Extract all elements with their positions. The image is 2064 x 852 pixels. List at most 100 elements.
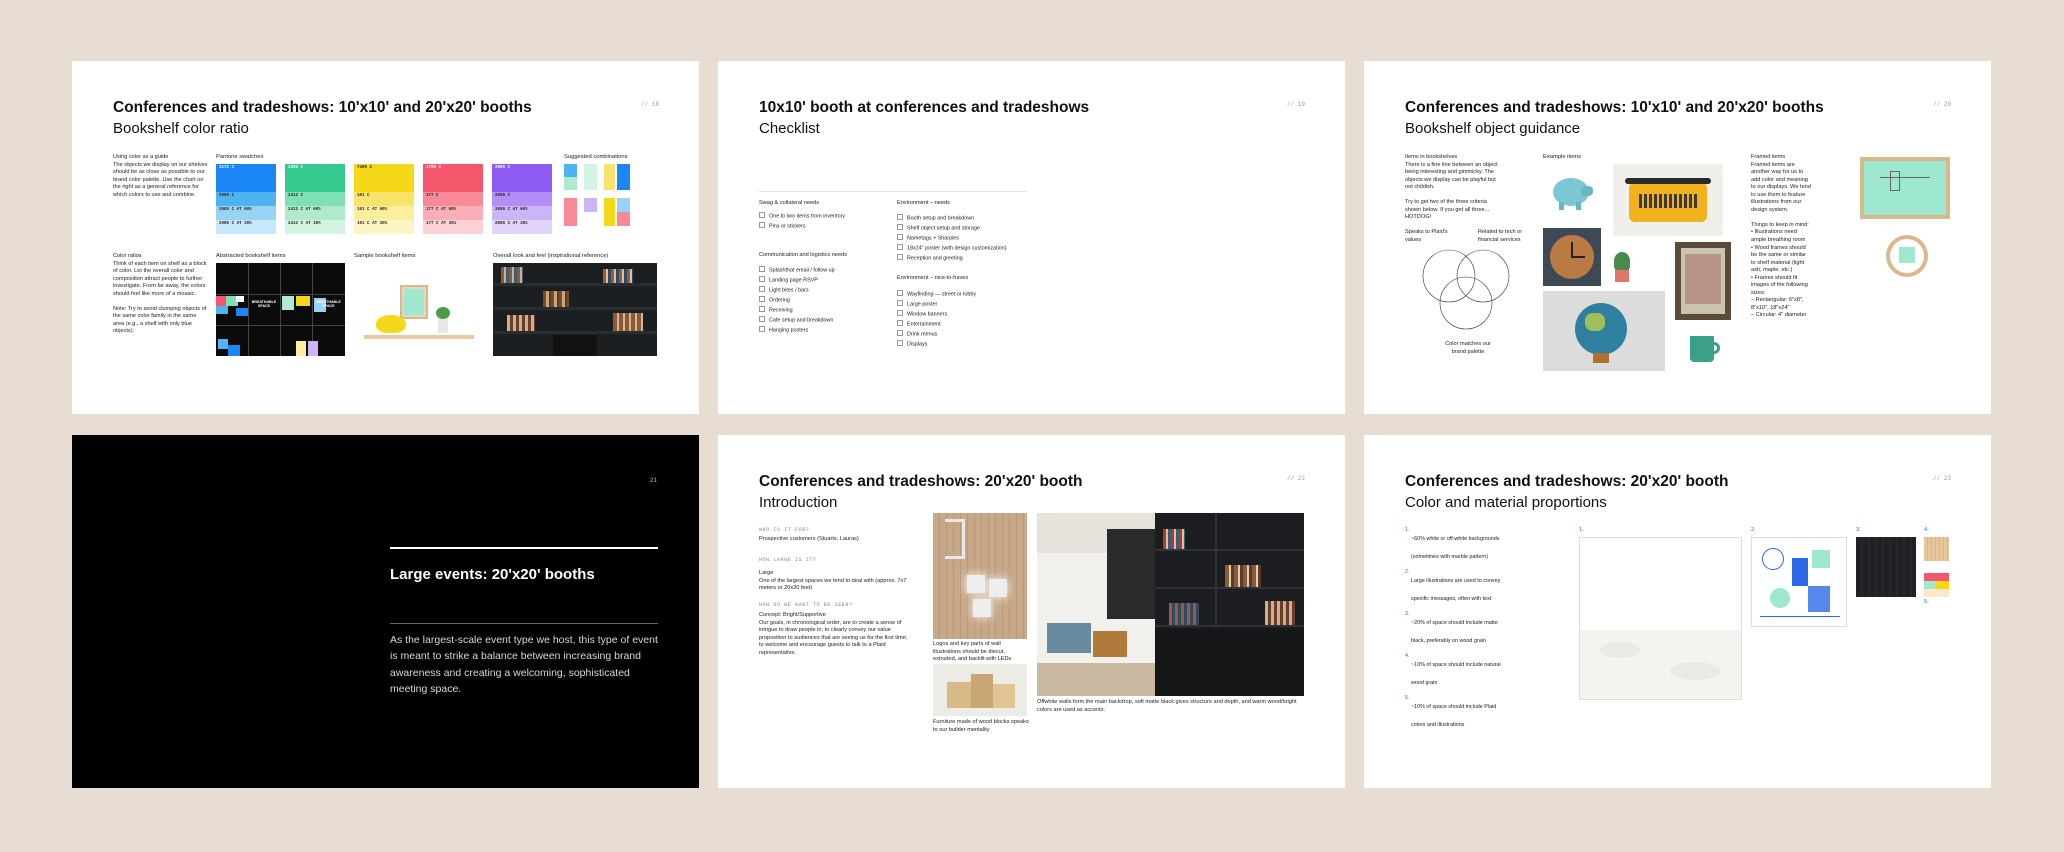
swatch-row: 3395 C <box>285 164 345 192</box>
swatch-row: 101 C AT 60% <box>354 206 414 220</box>
swatch-row: 177 C AT 35% <box>423 220 483 234</box>
lounge-photo <box>1037 513 1155 696</box>
checklist-item[interactable]: Entertainment <box>897 320 941 328</box>
plaid-colors-swatch <box>1924 573 1949 597</box>
page-number: // 20 <box>1932 101 1951 108</box>
checklist-item[interactable]: Shelf object setup and storage <box>897 224 980 232</box>
breathable-space-label: BREATHABLE SPACE <box>316 300 341 308</box>
swag-heading: Swag & collateral needs <box>759 200 820 206</box>
divider <box>759 191 1027 192</box>
swatch-red: 1785 C 177 C 177 C AT 60% 177 C AT 35% <box>423 164 483 234</box>
swatch-row: 2985 C <box>216 192 276 206</box>
suggested-combinations-grid <box>564 164 630 228</box>
slide-checklist[interactable]: // 19 10x10' booth at conferences and tr… <box>718 61 1345 414</box>
swatch-row: 2412 C <box>285 192 345 206</box>
framed-illustration-circle <box>1886 235 1928 277</box>
proportions-list: 1. ~60% white or off-white backgrounds (… <box>1405 527 1505 737</box>
list-number: 1. <box>1405 527 1410 533</box>
checklist-item[interactable]: Nametags + Sharpies <box>897 234 959 242</box>
mug-image <box>1684 332 1728 364</box>
piggy-bank-image <box>1543 164 1599 224</box>
answer-text: Prospective customers (Stuarts, Lauras) <box>759 536 859 542</box>
list-text: Large illustrations are used to convey s… <box>1411 578 1501 602</box>
divider <box>390 623 658 624</box>
slide-subtitle: Bookshelf object guidance <box>1405 120 1581 137</box>
item-label: 2. <box>1751 527 1756 533</box>
page-number: // 18 <box>640 101 659 108</box>
list-text: ~10% of space should include natural woo… <box>1411 662 1501 686</box>
list-number: 4. <box>1405 653 1410 659</box>
list-number: 5. <box>1405 695 1410 701</box>
clock-image <box>1543 228 1601 286</box>
slide-object-guidance[interactable]: // 20 Conferences and tradeshows: 10'x10… <box>1364 61 1991 414</box>
communication-heading: Communication and logistics needs <box>759 252 847 258</box>
list-item: 2. Large illustrations are used to conve… <box>1405 569 1505 605</box>
divider <box>390 547 658 549</box>
slide-color-material[interactable]: // 23 Conferences and tradeshows: 20'x20… <box>1364 435 1991 788</box>
checklist-item[interactable]: Ordering <box>759 296 790 304</box>
list-item: 5. ~10% of space should include Plaid co… <box>1405 695 1505 731</box>
list-text: ~20% of space should include matte black… <box>1411 620 1498 644</box>
environment-nice-heading: Environment – nice-to-haves <box>897 275 969 281</box>
question-heading: HOW LARGE IS IT? <box>759 557 817 563</box>
item-label: 5. <box>1924 599 1929 605</box>
question-heading: HOW DO WE WANT TO BE SEEN? <box>759 602 853 608</box>
swatch-row: 2412 C AT 60% <box>285 206 345 220</box>
slide-introduction[interactable]: // 22 Conferences and tradeshows: 20'x20… <box>718 435 1345 788</box>
swatch-row: 2665 C <box>492 164 552 192</box>
wood-blocks-photo <box>933 664 1027 716</box>
checklist-item[interactable]: Splashthat email / follow up <box>759 266 835 274</box>
swatch-row: 101 C AT 35% <box>354 220 414 234</box>
backlit-logo-photo <box>933 513 1027 639</box>
venn-circle-color <box>1439 276 1493 330</box>
swatch-green: 3395 C 2412 C 2412 C AT 60% 2412 C AT 35… <box>285 164 345 234</box>
slide-large-events[interactable]: 21 Large events: 20'x20' booths As the l… <box>72 435 699 788</box>
list-item: 4. ~10% of space should include natural … <box>1405 653 1505 689</box>
swatch-row: 7405 C <box>354 164 414 192</box>
swatch-yellow: 7405 C 101 C 101 C AT 60% 101 C AT 35% <box>354 164 414 234</box>
slide-title: 10x10' booth at conferences and tradesho… <box>759 99 1090 116</box>
checklist-item[interactable]: Pins or stickers <box>759 222 806 230</box>
list-text: ~60% white or off-white backgrounds (som… <box>1411 536 1500 560</box>
question-heading: WHO IS IT FOR? <box>759 527 810 533</box>
slide-title: Conferences and tradeshows: 10'x10' and … <box>113 99 532 116</box>
slide-subtitle: Bookshelf color ratio <box>113 120 249 137</box>
checklist-item[interactable]: Drink menus <box>897 330 937 338</box>
section-title: Large events: 20'x20' booths <box>390 566 595 583</box>
abstracted-label: Abstracted bookshelf items <box>216 253 286 259</box>
swatch-row: 2412 C AT 35% <box>285 220 345 234</box>
framed-items-text: Framed items Framed items are another wa… <box>1751 154 1811 319</box>
checklist-item[interactable]: Displays <box>897 340 927 348</box>
combinations-label: Suggested combinations <box>564 154 628 160</box>
logo-caption: Logos and key parts of wall illustration… <box>933 641 1012 663</box>
list-item: 1. ~60% white or off-white backgrounds (… <box>1405 527 1505 563</box>
swatch-row: 2655 C AT 35% <box>492 220 552 234</box>
checklist-item[interactable]: Hanging posters <box>759 326 808 334</box>
checklist-item[interactable]: Landing page RSVP <box>759 276 818 284</box>
checklist-item[interactable]: Booth setup and breakdown <box>897 214 974 222</box>
black-shelf-photo <box>1155 513 1304 696</box>
slide-subtitle: Introduction <box>759 494 838 511</box>
breathable-space-label: BREATHABLE SPACE <box>251 300 277 308</box>
checklist-item[interactable]: Reception and greeting <box>897 254 963 262</box>
list-item: 3. ~20% of space should include matte bl… <box>1405 611 1505 647</box>
checklist-item[interactable]: Window banners <box>897 310 947 318</box>
checklist-item[interactable]: One to two items from inventory <box>759 212 845 220</box>
plant-image <box>1607 242 1637 286</box>
list-number: 2. <box>1405 569 1410 575</box>
framed-illustration-rect <box>1860 157 1950 219</box>
page-number: 21 <box>649 477 657 484</box>
swatch-row: 177 C <box>423 192 483 206</box>
swatch-row: 2655 C AT 60% <box>492 206 552 220</box>
checklist-item[interactable]: Large poster <box>897 300 937 308</box>
checklist-item[interactable]: Wayfinding — street or lobby <box>897 290 976 298</box>
slide-bookshelf-color-ratio[interactable]: // 18 Conferences and tradeshows: 10'x10… <box>72 61 699 414</box>
checklist-item[interactable]: Receiving <box>759 306 793 314</box>
checklist-item[interactable]: Light bites / bars <box>759 286 809 294</box>
color-ratios-text: Color ratios Think of each item on shelf… <box>113 253 207 335</box>
checklist-item[interactable]: 18x24" poster (with design customization… <box>897 244 1007 252</box>
swatch-blue: 2172 C 2985 C 2985 C AT 60% 2985 C AT 30… <box>216 164 276 234</box>
pantone-label: Pantone swatches <box>216 154 264 160</box>
checklist-item[interactable]: Cafe setup and breakdown <box>759 316 833 324</box>
slide-title: Conferences and tradeshows: 10'x10' and … <box>1405 99 1824 116</box>
